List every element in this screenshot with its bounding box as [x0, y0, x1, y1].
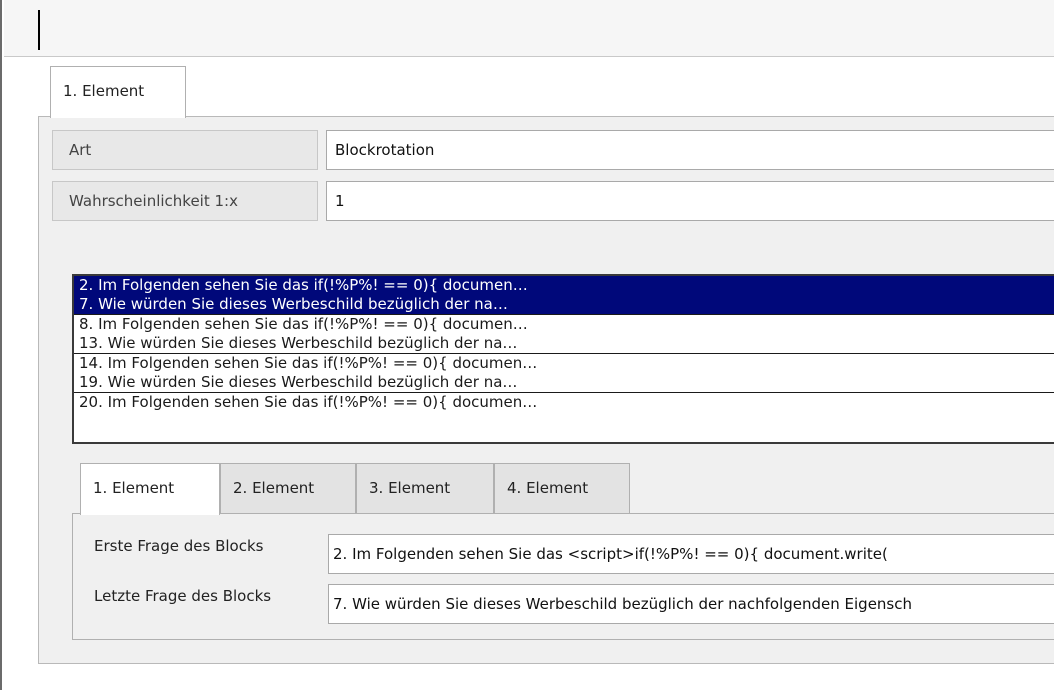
- inner-tab-element-2[interactable]: 2. Element: [220, 463, 356, 513]
- question-listbox[interactable]: 2. Im Folgenden sehen Sie das if(!%P%! =…: [72, 274, 1054, 444]
- art-field[interactable]: Blockrotation: [326, 130, 1054, 170]
- wahrscheinlichkeit-label: Wahrscheinlichkeit 1:x: [52, 181, 318, 221]
- text-caret: [38, 10, 40, 50]
- list-item[interactable]: 8. Im Folgenden sehen Sie das if(!%P%! =…: [74, 315, 1054, 354]
- list-line: 2. Im Folgenden sehen Sie das if(!%P%! =…: [79, 276, 528, 294]
- list-line: 13. Wie würden Sie dieses Werbeschild be…: [79, 334, 518, 352]
- list-item[interactable]: 20. Im Folgenden sehen Sie das if(!%P%! …: [74, 393, 1054, 412]
- list-line: 14. Im Folgenden sehen Sie das if(!%P%! …: [79, 354, 538, 372]
- list-line: 7. Wie würden Sie dieses Werbeschild bez…: [79, 295, 508, 313]
- inner-tab-element-4[interactable]: 4. Element: [494, 463, 630, 513]
- inner-tab-element-1[interactable]: 1. Element: [80, 463, 220, 515]
- list-line: 8. Im Folgenden sehen Sie das if(!%P%! =…: [79, 315, 528, 333]
- window: 1. Element Art Blockrotation Wahrscheinl…: [0, 0, 1054, 690]
- list-line: 19. Wie würden Sie dieses Werbeschild be…: [79, 373, 518, 391]
- last-question-label: Letzte Frage des Blocks: [94, 587, 272, 605]
- art-label: Art: [52, 130, 318, 170]
- top-toolbar: [4, 0, 1054, 57]
- inner-tab-element-3[interactable]: 3. Element: [356, 463, 494, 513]
- wahrscheinlichkeit-field[interactable]: 1: [326, 181, 1054, 221]
- first-question-label: Erste Frage des Blocks: [94, 537, 264, 555]
- first-question-field[interactable]: 2. Im Folgenden sehen Sie das <script>if…: [328, 534, 1054, 574]
- list-item-selected[interactable]: 2. Im Folgenden sehen Sie das if(!%P%! =…: [74, 276, 1054, 315]
- list-item[interactable]: 14. Im Folgenden sehen Sie das if(!%P%! …: [74, 354, 1054, 393]
- last-question-field[interactable]: 7. Wie würden Sie dieses Werbeschild bez…: [328, 584, 1054, 624]
- tab-element-1[interactable]: 1. Element: [50, 66, 186, 118]
- list-line: 20. Im Folgenden sehen Sie das if(!%P%! …: [79, 393, 538, 411]
